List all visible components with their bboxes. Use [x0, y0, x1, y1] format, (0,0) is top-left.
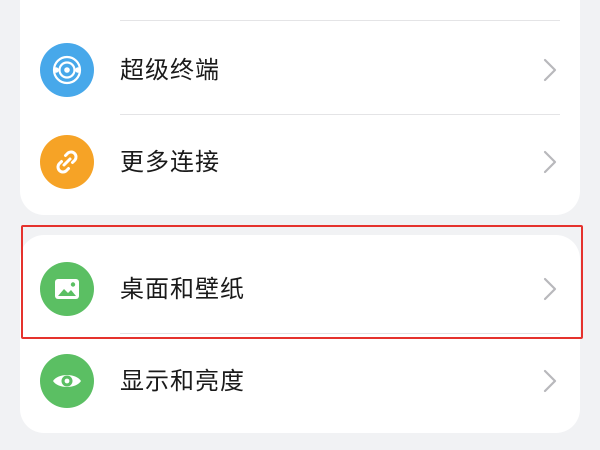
settings-group-connections: 超级终端 更多连接	[20, 0, 580, 215]
chevron-right-icon	[543, 277, 557, 301]
image-icon	[40, 262, 94, 316]
eye-icon	[40, 354, 94, 408]
settings-item-label: 桌面和壁纸	[120, 275, 245, 303]
divider	[120, 114, 560, 115]
divider	[120, 333, 560, 334]
settings-item-more-connections[interactable]: 更多连接	[20, 116, 580, 208]
chevron-right-icon	[543, 58, 557, 82]
settings-item-home-wallpaper[interactable]: 桌面和壁纸	[20, 243, 580, 335]
settings-group-display: 桌面和壁纸 显示和亮度	[20, 235, 580, 433]
super-device-icon	[40, 43, 94, 97]
settings-item-display-brightness[interactable]: 显示和亮度	[20, 335, 580, 427]
chevron-right-icon	[543, 150, 557, 174]
link-icon	[40, 135, 94, 189]
chevron-right-icon	[543, 369, 557, 393]
settings-item-label: 更多连接	[120, 148, 220, 176]
settings-item-label: 显示和亮度	[120, 367, 245, 395]
divider	[120, 20, 560, 21]
settings-item-super-device[interactable]: 超级终端	[20, 24, 580, 116]
settings-item-label: 超级终端	[120, 56, 220, 84]
